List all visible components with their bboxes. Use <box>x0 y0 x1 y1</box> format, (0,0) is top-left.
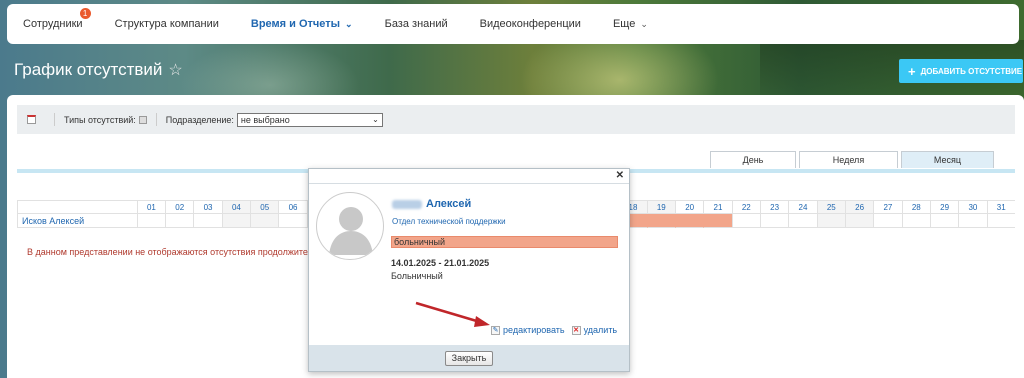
add-absence-label: ДОБАВИТЬ ОТСУТСТВИЕ <box>920 66 1023 76</box>
day-cell <box>250 214 279 228</box>
nav-item-label: Время и Отчеты <box>250 18 341 30</box>
day-cell <box>221 214 251 228</box>
page-title: График отсутствий ☆ <box>14 60 183 80</box>
day-cell <box>986 214 1015 228</box>
nav-item-employees[interactable]: Сотрудники 1 <box>23 8 91 30</box>
day-cell <box>816 214 845 228</box>
nav-item-more[interactable]: Еще ⌄ <box>613 18 648 30</box>
nav-item-company-structure[interactable]: Структура компании <box>115 18 219 30</box>
day-header-27: 27 <box>873 200 902 214</box>
edit-link[interactable]: редактировать <box>503 325 565 335</box>
absence-dates: 14.01.2025 - 21.01.2025 <box>391 258 490 268</box>
day-cell <box>929 214 959 228</box>
calendar-icon[interactable] <box>27 115 36 124</box>
day-header-30: 30 <box>958 200 987 214</box>
notification-badge: 1 <box>79 8 91 19</box>
close-button[interactable]: Закрыть <box>444 350 494 366</box>
day-header-29: 29 <box>929 200 959 214</box>
nav-item-label: База знаний <box>384 18 448 30</box>
absence-types-label: Типы отсутствий: <box>64 114 136 125</box>
tab-week[interactable]: Неделя <box>799 151 898 168</box>
add-absence-button[interactable]: + ДОБАВИТЬ ОТСУТСТВИЕ <box>899 59 1023 83</box>
nav-item-label: Видеоконференции <box>479 18 581 30</box>
day-cell <box>958 214 987 228</box>
employee-department[interactable]: Отдел технической поддержки <box>392 217 506 226</box>
day-header-28: 28 <box>901 200 930 214</box>
chevron-down-icon: ⌄ <box>640 18 648 29</box>
day-header-26: 26 <box>844 200 874 214</box>
absence-type-text: Больничный <box>391 271 443 281</box>
grid-note: В данном представлении не отображаются о… <box>27 247 328 257</box>
tab-day[interactable]: День <box>710 151 796 168</box>
nav-item-label: Еще <box>612 18 636 30</box>
day-cell <box>193 214 222 228</box>
name-header-cell <box>17 200 137 214</box>
nav-item-label: Структура компании <box>114 18 219 30</box>
day-header-24: 24 <box>788 200 817 214</box>
plus-icon: + <box>908 63 916 79</box>
top-navigation: Сотрудники 1 Структура компании Время и … <box>7 4 1019 44</box>
blurred-surname <box>392 199 422 209</box>
employee-name[interactable]: Алексей <box>392 198 471 210</box>
divider <box>54 113 55 126</box>
day-header-05: 05 <box>250 200 279 214</box>
page-title-text: График отсутствий <box>14 60 163 79</box>
absence-types-checkbox[interactable] <box>138 115 147 124</box>
close-icon[interactable]: ✕ <box>616 170 624 181</box>
tab-month[interactable]: Месяц <box>901 151 994 168</box>
chevron-down-icon: ⌄ <box>372 115 379 124</box>
department-label: Подразделение: <box>165 114 234 125</box>
nav-item-time-reports[interactable]: Время и Отчеты ⌄ <box>251 18 353 30</box>
day-header-31: 31 <box>986 200 1015 214</box>
employee-first-name: Алексей <box>426 198 472 210</box>
day-header-23: 23 <box>759 200 789 214</box>
department-select-value: не выбрано <box>240 114 290 125</box>
day-header-03: 03 <box>193 200 222 214</box>
employee-name-link[interactable]: Исков Алексей <box>17 214 137 228</box>
day-header-01: 01 <box>136 200 166 214</box>
nav-item-videoconferences[interactable]: Видеоконференции <box>480 18 581 30</box>
absence-popup: ✕ Алексей Отдел технической поддержки бо… <box>308 168 630 372</box>
day-header-21: 21 <box>703 200 732 214</box>
day-cell <box>844 214 874 228</box>
day-cell <box>788 214 817 228</box>
day-cell <box>873 214 902 228</box>
day-cell <box>136 214 166 228</box>
day-header-22: 22 <box>731 200 760 214</box>
popup-header: ✕ <box>309 169 629 184</box>
absence-cell[interactable] <box>646 214 675 228</box>
divider <box>155 113 157 126</box>
department-select[interactable]: не выбрано ⌄ <box>236 112 383 127</box>
delete-icon[interactable]: ✕ <box>571 325 581 335</box>
day-header-04: 04 <box>221 200 251 214</box>
day-header-06: 06 <box>278 200 307 214</box>
annotation-arrow-icon <box>415 301 490 327</box>
user-avatar-icon <box>329 207 373 255</box>
absence-cell[interactable] <box>703 214 732 228</box>
day-cell <box>165 214 194 228</box>
day-header-20: 20 <box>674 200 704 214</box>
day-cell <box>731 214 760 228</box>
delete-link[interactable]: удалить <box>584 325 618 335</box>
avatar <box>316 192 384 260</box>
day-cell <box>278 214 307 228</box>
day-header-02: 02 <box>165 200 194 214</box>
day-header-25: 25 <box>816 200 845 214</box>
absence-type-bar: больничный <box>391 236 618 248</box>
chevron-down-icon: ⌄ <box>345 18 353 29</box>
popup-actions: ✎ редактировать ✕ удалить <box>491 325 617 335</box>
absence-cell[interactable] <box>674 214 704 228</box>
nav-item-label: Сотрудники <box>23 18 83 30</box>
nav-item-knowledge-base[interactable]: База знаний <box>385 18 448 30</box>
day-header-19: 19 <box>646 200 675 214</box>
view-tabs: День Неделя Месяц <box>710 151 997 168</box>
day-cell <box>901 214 930 228</box>
day-cell <box>759 214 789 228</box>
filter-bar: Типы отсутствий: Подразделение: не выбра… <box>17 105 1015 134</box>
star-icon[interactable]: ☆ <box>168 60 182 80</box>
popup-footer: Закрыть <box>309 345 629 371</box>
